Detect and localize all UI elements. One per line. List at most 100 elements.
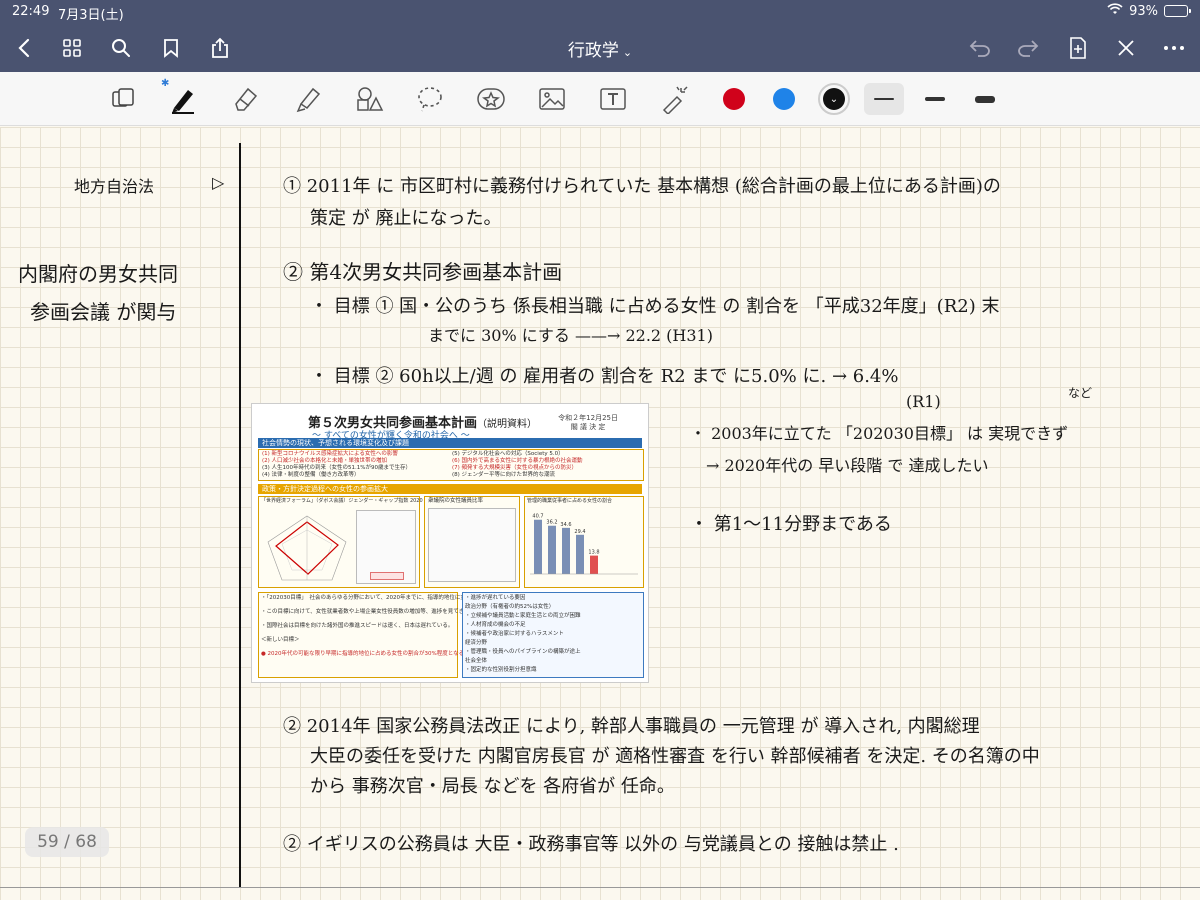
slide-band-1: 社会情勢の現状、予想される環境変化及び課題	[258, 438, 642, 448]
slide-factor-text: 経済分野	[465, 640, 488, 646]
battery-percent: 93%	[1129, 3, 1158, 19]
color-black-swatch[interactable]: ⌄	[818, 83, 850, 115]
page-bottom-divider	[0, 887, 1200, 888]
status-bar: 22:49 7月3日(土) 93%	[0, 0, 1200, 24]
note1-line2: 策定 が 廃止になった。	[310, 208, 502, 229]
slide-issue-item: (6) 国内外で高まる女性に対する暴力根絶の社会運動	[452, 458, 583, 464]
slide-factor-text: ・人材育成の機会の不足	[465, 622, 526, 628]
app-header: 22:49 7月3日(土) 93% 行政学 ⌄	[0, 0, 1200, 72]
laser-pointer-icon[interactable]	[656, 82, 692, 116]
slide-issue-item: (3) 人生100年時代の到来（女性の51.1%が90歳まで生存）	[262, 465, 412, 471]
slide-bar	[548, 525, 556, 574]
note2-goal1-line2: までに 30% にする ——→ 22.2 (H31)	[428, 326, 713, 345]
stroke-medium-bar	[925, 97, 945, 101]
slide-factor-text: ・管理職・役員へのパイプラインの構築が途上	[465, 649, 581, 655]
slide-col3-title: 管理的職業従事者に占める女性の割合	[527, 498, 613, 504]
slide-issue-item: (7) 頻発する大規模災害（女性の視点からの防災）	[452, 465, 578, 471]
stroke-thick-option[interactable]	[965, 83, 1005, 115]
slide-title-suffix: （説明資料）	[477, 419, 538, 430]
slide-bar	[534, 519, 542, 574]
slide-factor-text: ・進捗が遅れている要因	[465, 595, 526, 601]
side-note-line1: 内閣府の男女共同	[18, 262, 178, 286]
slide-col2-title: 衆議院の女性議員比率	[428, 498, 484, 504]
redo-icon[interactable]	[1014, 34, 1042, 62]
slide-japan-rank-highlight	[370, 572, 404, 580]
image-icon[interactable]	[534, 82, 570, 116]
pen-icon[interactable]	[165, 82, 201, 116]
eraser-icon[interactable]	[228, 82, 264, 116]
slide-factor-text: ・候補者や政治家に対するハラスメント	[465, 631, 564, 637]
drawing-toolbar: ✱ ⌄	[0, 72, 1200, 126]
color-red-swatch[interactable]	[723, 88, 745, 110]
slide-bar-label: 40.7	[532, 514, 543, 520]
slide-band-2: 政策・方針決定過程への女性の参画拡大	[258, 484, 642, 494]
note3-line2: 大臣の委任を受けた 内閣官房長官 が 適格性審査 を行い 幹部候補者 を決定. …	[310, 746, 1040, 767]
right-note-line1: ・ 2003年に立てた 「202030目標」 は 実現できず	[690, 424, 1069, 443]
stroke-medium-option[interactable]	[915, 83, 955, 115]
slide-target-box	[258, 592, 458, 678]
slide-issue-item: (8) ジェンダー平等に向けた世界的な潮流	[452, 472, 556, 478]
status-right: 93%	[1107, 3, 1191, 19]
chevron-down-icon: ⌄	[622, 46, 633, 59]
stroke-thin-bar	[874, 98, 894, 100]
note2-goal2: ・ 目標 ② 60h以上/週 の 雇用者の 割合を R2 まで に5.0% に.…	[310, 366, 899, 387]
slide-radar-chart	[267, 515, 347, 581]
slide-bar-label: 29.4	[574, 529, 585, 535]
slide-factor-text: ・立候補や議員活動と家庭生活との両立が困難	[465, 613, 581, 619]
status-time: 22:49	[12, 4, 50, 19]
slide-bar-label: 34.6	[560, 522, 571, 528]
add-page-icon[interactable]	[1064, 34, 1092, 62]
stroke-thin-option[interactable]	[864, 83, 904, 115]
slide-stamp-line1: 令和２年12月25日	[558, 414, 618, 422]
slide-issue-item: (4) 法律・制度の整備（働き方改革等）	[262, 472, 360, 478]
note3-line1: ② 2014年 国家公務員法改正 により, 幹部人事職員の 一元管理 が 導入さ…	[283, 716, 980, 737]
side-note-line2: 参画会議 が関与	[30, 300, 177, 324]
side-title: 地方自治法	[74, 177, 155, 196]
shapes-icon[interactable]	[351, 82, 387, 116]
status-date: 7月3日(土)	[58, 8, 124, 23]
sticker-icon[interactable]	[473, 82, 509, 116]
slide-factor-text: 社会全体	[465, 658, 488, 664]
wifi-icon	[1107, 3, 1123, 19]
more-icon[interactable]	[1160, 34, 1188, 62]
close-edit-icon[interactable]	[1112, 34, 1140, 62]
color-blue-swatch[interactable]	[773, 88, 795, 110]
slide-bar-label: 36.2	[546, 520, 557, 526]
slide-target-text: ＜新しい目標＞	[261, 637, 300, 643]
slide-bar	[590, 555, 598, 574]
note2-heading: ② 第4次男女共同参画基本計画	[283, 260, 563, 284]
page-indicator: 59 / 68	[25, 827, 109, 857]
slide-diet-table	[428, 508, 516, 582]
undo-icon[interactable]	[966, 34, 994, 62]
slide-bar	[562, 527, 570, 574]
side-arrow-icon: ▷	[212, 173, 225, 192]
right-note-line2: → 2020年代の 早い段階 で 達成したい	[706, 456, 989, 475]
margin-line	[239, 143, 241, 887]
slide-factor-text: 政治分野（有権者の約52%は女性）	[465, 604, 555, 610]
lasso-icon[interactable]	[412, 82, 448, 116]
chevron-down-icon: ⌄	[823, 88, 845, 110]
slide-bar	[576, 534, 584, 574]
stroke-thick-bar	[975, 95, 995, 103]
slide-bar-label: 13.8	[588, 550, 599, 556]
note4-line1: ② イギリスの公務員は 大臣・政務事官等 以外の 与党議員との 接触は禁止 .	[283, 834, 899, 855]
text-icon[interactable]	[595, 82, 631, 116]
document-title-text: 行政学	[567, 41, 619, 61]
slide-issue-item: (2) 人口減少社会の本格化と未婚・単独世帯の増加	[262, 458, 388, 464]
slide-issue-item: (1) 新型コロナウイルス感染症拡大による女性への影響	[262, 451, 398, 457]
battery-icon	[1164, 5, 1191, 17]
read-mode-icon[interactable]	[105, 82, 141, 116]
right-note-line3: ・ 第1〜11分野まである	[690, 514, 892, 535]
note2-goal2-note: (R1)	[906, 392, 941, 411]
slide-issue-item: (5) デジタル化社会への対応（Society 5.0）	[452, 451, 564, 457]
slide-factor-text: ・固定的な性別役割分担意識	[465, 667, 537, 673]
nav-bar: 行政学 ⌄	[0, 24, 1200, 72]
note1-line1: ① 2011年 に 市区町村に義務付けられていた 基本構想 (総合計画の最上位に…	[283, 176, 1001, 197]
highlighter-icon[interactable]	[290, 82, 326, 116]
note2-goal1-line1: ・ 目標 ① 国・公のうち 係長相当職 に占める女性 の 割合を 「平成32年度…	[310, 296, 1000, 317]
nado-note: など	[1068, 386, 1093, 400]
slide-target-text: ・国際社会は目標を向けた諸外国の推進スピードは速く、日本は遅れている。	[261, 623, 454, 629]
embedded-slide-image[interactable]: 第５次男女共同参画基本計画（説明資料） ～ すべての女性が輝く令和の社会へ ～ …	[251, 403, 649, 683]
slide-stamp: 令和２年12月25日 閣 議 決 定	[558, 414, 618, 432]
note3-line3: から 事務次官・局長 などを 各府省が 任命。	[310, 776, 675, 797]
